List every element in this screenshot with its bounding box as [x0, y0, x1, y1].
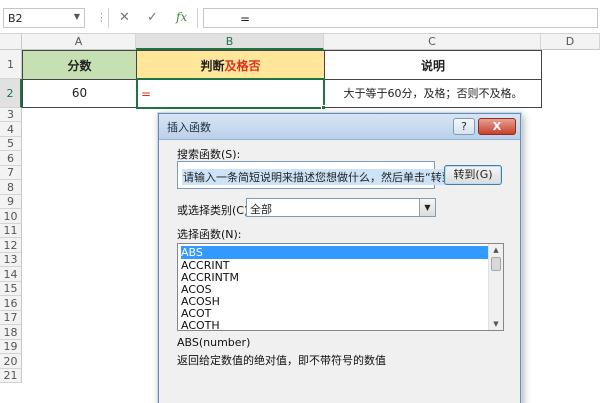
row-header-18[interactable]: 18	[0, 325, 22, 340]
insert-function-icon[interactable]: fx	[176, 10, 187, 24]
row-header-12[interactable]: 12	[0, 238, 22, 253]
row-header-2[interactable]: 2	[0, 79, 22, 108]
category-value: 全部	[250, 203, 272, 216]
confirm-icon[interactable]: ✓	[147, 10, 158, 25]
cell-c2-text: 大于等于60分，及格；否则不及格。	[343, 87, 523, 100]
row-header-19[interactable]: 19	[0, 340, 22, 354]
chevron-down-icon[interactable]: ▼	[419, 199, 435, 216]
list-scrollbar[interactable]: ▲ ▼	[488, 244, 503, 330]
formula-text: =	[240, 12, 251, 26]
name-box-value: B2	[8, 12, 23, 25]
formula-buttons: ✕ ✓ fx	[108, 8, 198, 28]
formula-input[interactable]: =	[203, 8, 598, 28]
column-header-b[interactable]: B	[136, 34, 324, 50]
cell-c2[interactable]: 大于等于60分，及格；否则不及格。	[325, 79, 542, 108]
cell-b2-text: =	[141, 86, 152, 101]
dialog-titlebar[interactable]: 插入函数 ? X	[159, 114, 520, 140]
function-description: 返回给定数值的绝对值，即不带符号的数值	[177, 354, 386, 367]
search-input-text: 请输入一条简短说明来描述您想做什么，然后单击“转到”	[182, 169, 460, 185]
column-header-a[interactable]: A	[22, 34, 136, 50]
scrollbar-thumb[interactable]	[491, 257, 501, 271]
cell-b1[interactable]: 判断 及格否	[137, 50, 325, 80]
row-header-20[interactable]: 20	[0, 354, 22, 369]
cell-b1-text: 判断	[200, 58, 225, 73]
select-all-corner[interactable]	[0, 34, 22, 50]
cell-a2[interactable]: 60	[22, 79, 137, 108]
row-header-11[interactable]: 11	[0, 224, 22, 238]
search-function-input[interactable]: 请输入一条简短说明来描述您想做什么，然后单击“转到”	[177, 161, 460, 189]
function-list-item[interactable]: ACOTH	[181, 319, 489, 330]
row-header-15[interactable]: 15	[0, 282, 22, 296]
row-header-9[interactable]: 9	[0, 195, 22, 209]
cell-c1[interactable]: 说明	[325, 50, 542, 80]
insert-function-dialog: 插入函数 ? X 搜索函数(S): 请输入一条简短说明来描述您想做什么，然后单击…	[158, 113, 521, 403]
cell-b2-active[interactable]: =	[136, 78, 325, 109]
category-label: 或选择类别(C):	[177, 204, 252, 217]
function-list-item[interactable]: ABS	[181, 246, 489, 259]
scroll-down-icon[interactable]: ▼	[489, 318, 503, 330]
chevron-down-icon[interactable]: ▼	[74, 12, 80, 21]
row-header-3[interactable]: 3	[0, 108, 22, 122]
goto-button[interactable]: 转到(G)	[444, 165, 502, 185]
cancel-icon[interactable]: ✕	[119, 10, 130, 25]
row-header-21[interactable]: 21	[0, 369, 22, 383]
drag-handle-icon[interactable]: ⋮	[96, 11, 107, 24]
row-header-10[interactable]: 10	[0, 209, 22, 224]
cell-a2-text: 60	[71, 86, 88, 100]
row-header-6[interactable]: 6	[0, 151, 22, 166]
cell-b1-highlight: 及格否	[224, 58, 261, 73]
row-header-16[interactable]: 16	[0, 296, 22, 311]
function-syntax: ABS(number)	[177, 336, 251, 349]
row-header-8[interactable]: 8	[0, 180, 22, 195]
row-header-4[interactable]: 4	[0, 122, 22, 137]
function-list-label: 选择函数(N):	[177, 228, 242, 241]
cell-c1-text: 说明	[420, 58, 445, 73]
excel-window: B2 ▼ ⋮ ✕ ✓ fx = A B C D 1 2 3 4 5 6 7 8 …	[0, 0, 600, 403]
dialog-title: 插入函数	[167, 121, 211, 134]
formula-bar: B2 ▼ ⋮ ✕ ✓ fx =	[0, 0, 600, 34]
function-list[interactable]: ABS ACCRINT ACCRINTM ACOS ACOSH ACOT ACO…	[177, 243, 504, 331]
column-header-c[interactable]: C	[324, 34, 541, 50]
category-select[interactable]: 全部 ▼	[246, 198, 436, 217]
row-header-7[interactable]: 7	[0, 166, 22, 180]
row-header-5[interactable]: 5	[0, 137, 22, 151]
cell-a1-text: 分数	[67, 58, 92, 73]
row-header-1[interactable]: 1	[0, 50, 22, 79]
scroll-up-icon[interactable]: ▲	[489, 244, 503, 256]
close-button[interactable]: X	[478, 118, 516, 135]
row-header-13[interactable]: 13	[0, 253, 22, 267]
help-button[interactable]: ?	[453, 118, 475, 135]
column-header-d[interactable]: D	[541, 34, 600, 50]
name-box[interactable]: B2 ▼	[3, 8, 85, 28]
row-header-17[interactable]: 17	[0, 311, 22, 325]
row-header-14[interactable]: 14	[0, 267, 22, 282]
search-label: 搜索函数(S):	[177, 148, 241, 161]
cell-a1[interactable]: 分数	[22, 50, 137, 80]
